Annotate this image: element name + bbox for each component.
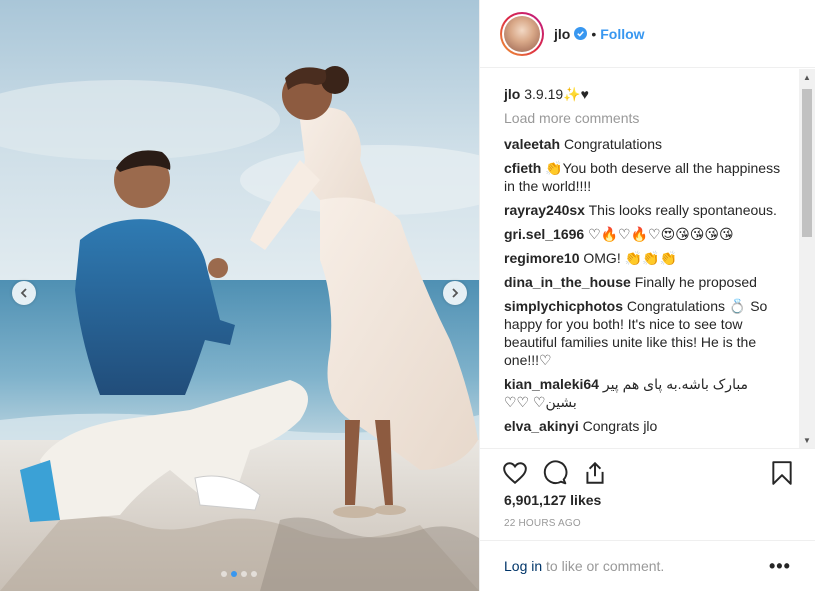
carousel-dot-active <box>231 571 237 577</box>
comment-item: elva_akinyi Congrats jlo <box>504 417 792 435</box>
comments-list: jlo 3.9.19✨♥ Load more comments valeetah… <box>480 69 815 448</box>
caption-text: 3.9.19✨♥ <box>524 86 589 102</box>
comment-item: kian_maleki64 مبارک باشه.به پای هم پیر ب… <box>504 375 792 411</box>
scroll-up-arrow-icon[interactable]: ▲ <box>799 69 815 85</box>
author-username[interactable]: jlo <box>554 26 570 42</box>
comment-item: valeetah Congratulations <box>504 135 792 153</box>
comment-username[interactable]: cfieth <box>504 160 541 176</box>
comment-item: cfieth 👏You both deserve all the happine… <box>504 159 792 195</box>
verified-badge-icon <box>574 27 588 40</box>
comment-username[interactable]: rayray240sx <box>504 202 585 218</box>
avatar[interactable] <box>500 11 544 56</box>
comment-item: simplychicphotos Congratulations 💍 So ha… <box>504 297 792 369</box>
comment-item: dina_in_the_house Finally he proposed <box>504 273 792 291</box>
instagram-post: jlo • Follow jlo 3.9.19✨♥ Load more comm… <box>0 0 815 591</box>
more-options-icon[interactable]: ••• <box>769 556 791 577</box>
comment-footer: Log in to like or comment. ••• <box>480 540 815 591</box>
caption-username[interactable]: jlo <box>504 86 520 102</box>
carousel-dot <box>221 571 227 577</box>
post-caption: jlo 3.9.19✨♥ <box>504 85 792 103</box>
likes-count[interactable]: 6,901,127 likes <box>504 492 601 508</box>
avatar-image <box>504 15 540 52</box>
beach-proposal-photo <box>0 0 479 591</box>
post-timestamp[interactable]: 22 HOURS AGO <box>504 518 581 529</box>
comment-item: regimore10 OMG! 👏👏👏 <box>504 249 792 267</box>
comment-username[interactable]: dina_in_the_house <box>504 274 631 290</box>
scrollbar-thumb[interactable] <box>802 89 812 237</box>
comment-username[interactable]: regimore10 <box>504 250 579 266</box>
chevron-left-icon <box>20 288 27 298</box>
carousel-indicator <box>221 571 257 577</box>
post-photo[interactable] <box>0 0 479 591</box>
comment-text: Finally he proposed <box>634 274 757 290</box>
carousel-dot <box>241 571 247 577</box>
comment-text: Congratulations <box>563 136 662 152</box>
carousel-dot <box>251 571 257 577</box>
load-more-comments-button[interactable]: Load more comments <box>504 109 792 127</box>
comment-username[interactable]: gri.sel_1696 <box>504 226 584 242</box>
post-sidebar: jlo • Follow jlo 3.9.19✨♥ Load more comm… <box>479 0 815 591</box>
chevron-right-icon <box>452 288 459 298</box>
comment-username[interactable]: elva_akinyi <box>504 418 579 434</box>
comment-username[interactable]: simplychicphotos <box>504 298 623 314</box>
comment-item: rayray240sx This looks really spontaneou… <box>504 201 792 219</box>
carousel-prev-button[interactable] <box>12 281 36 305</box>
header-separator: • <box>591 25 597 42</box>
share-icon[interactable] <box>582 460 608 491</box>
follow-button[interactable]: Follow <box>600 26 644 42</box>
heart-icon[interactable] <box>502 460 528 491</box>
carousel-next-button[interactable] <box>443 281 467 305</box>
comment-username[interactable]: valeetah <box>504 136 560 152</box>
comment-username[interactable]: kian_maleki64 <box>504 376 599 392</box>
post-actions <box>480 448 815 496</box>
login-prompt: Log in to like or comment. <box>504 558 664 574</box>
post-header: jlo • Follow <box>480 0 815 68</box>
login-link[interactable]: Log in <box>504 558 542 574</box>
comment-icon[interactable] <box>542 460 568 491</box>
bookmark-icon[interactable] <box>770 460 794 491</box>
comments-scrollbar[interactable]: ▲ ▼ <box>799 69 815 448</box>
comment-text: ♡🔥♡🔥♡😍😘😘😘😘 <box>588 226 734 242</box>
comment-item: gri.sel_1696 ♡🔥♡🔥♡😍😘😘😘😘 <box>504 225 792 243</box>
comment-text: OMG! 👏👏👏 <box>583 250 677 266</box>
login-prompt-text: to like or comment. <box>542 558 665 574</box>
comment-text: Congrats jlo <box>582 418 658 434</box>
comment-text: This looks really spontaneous. <box>588 202 777 218</box>
comment-text: 👏You both deserve all the happiness in t… <box>504 160 781 194</box>
scroll-down-arrow-icon[interactable]: ▼ <box>799 432 815 448</box>
